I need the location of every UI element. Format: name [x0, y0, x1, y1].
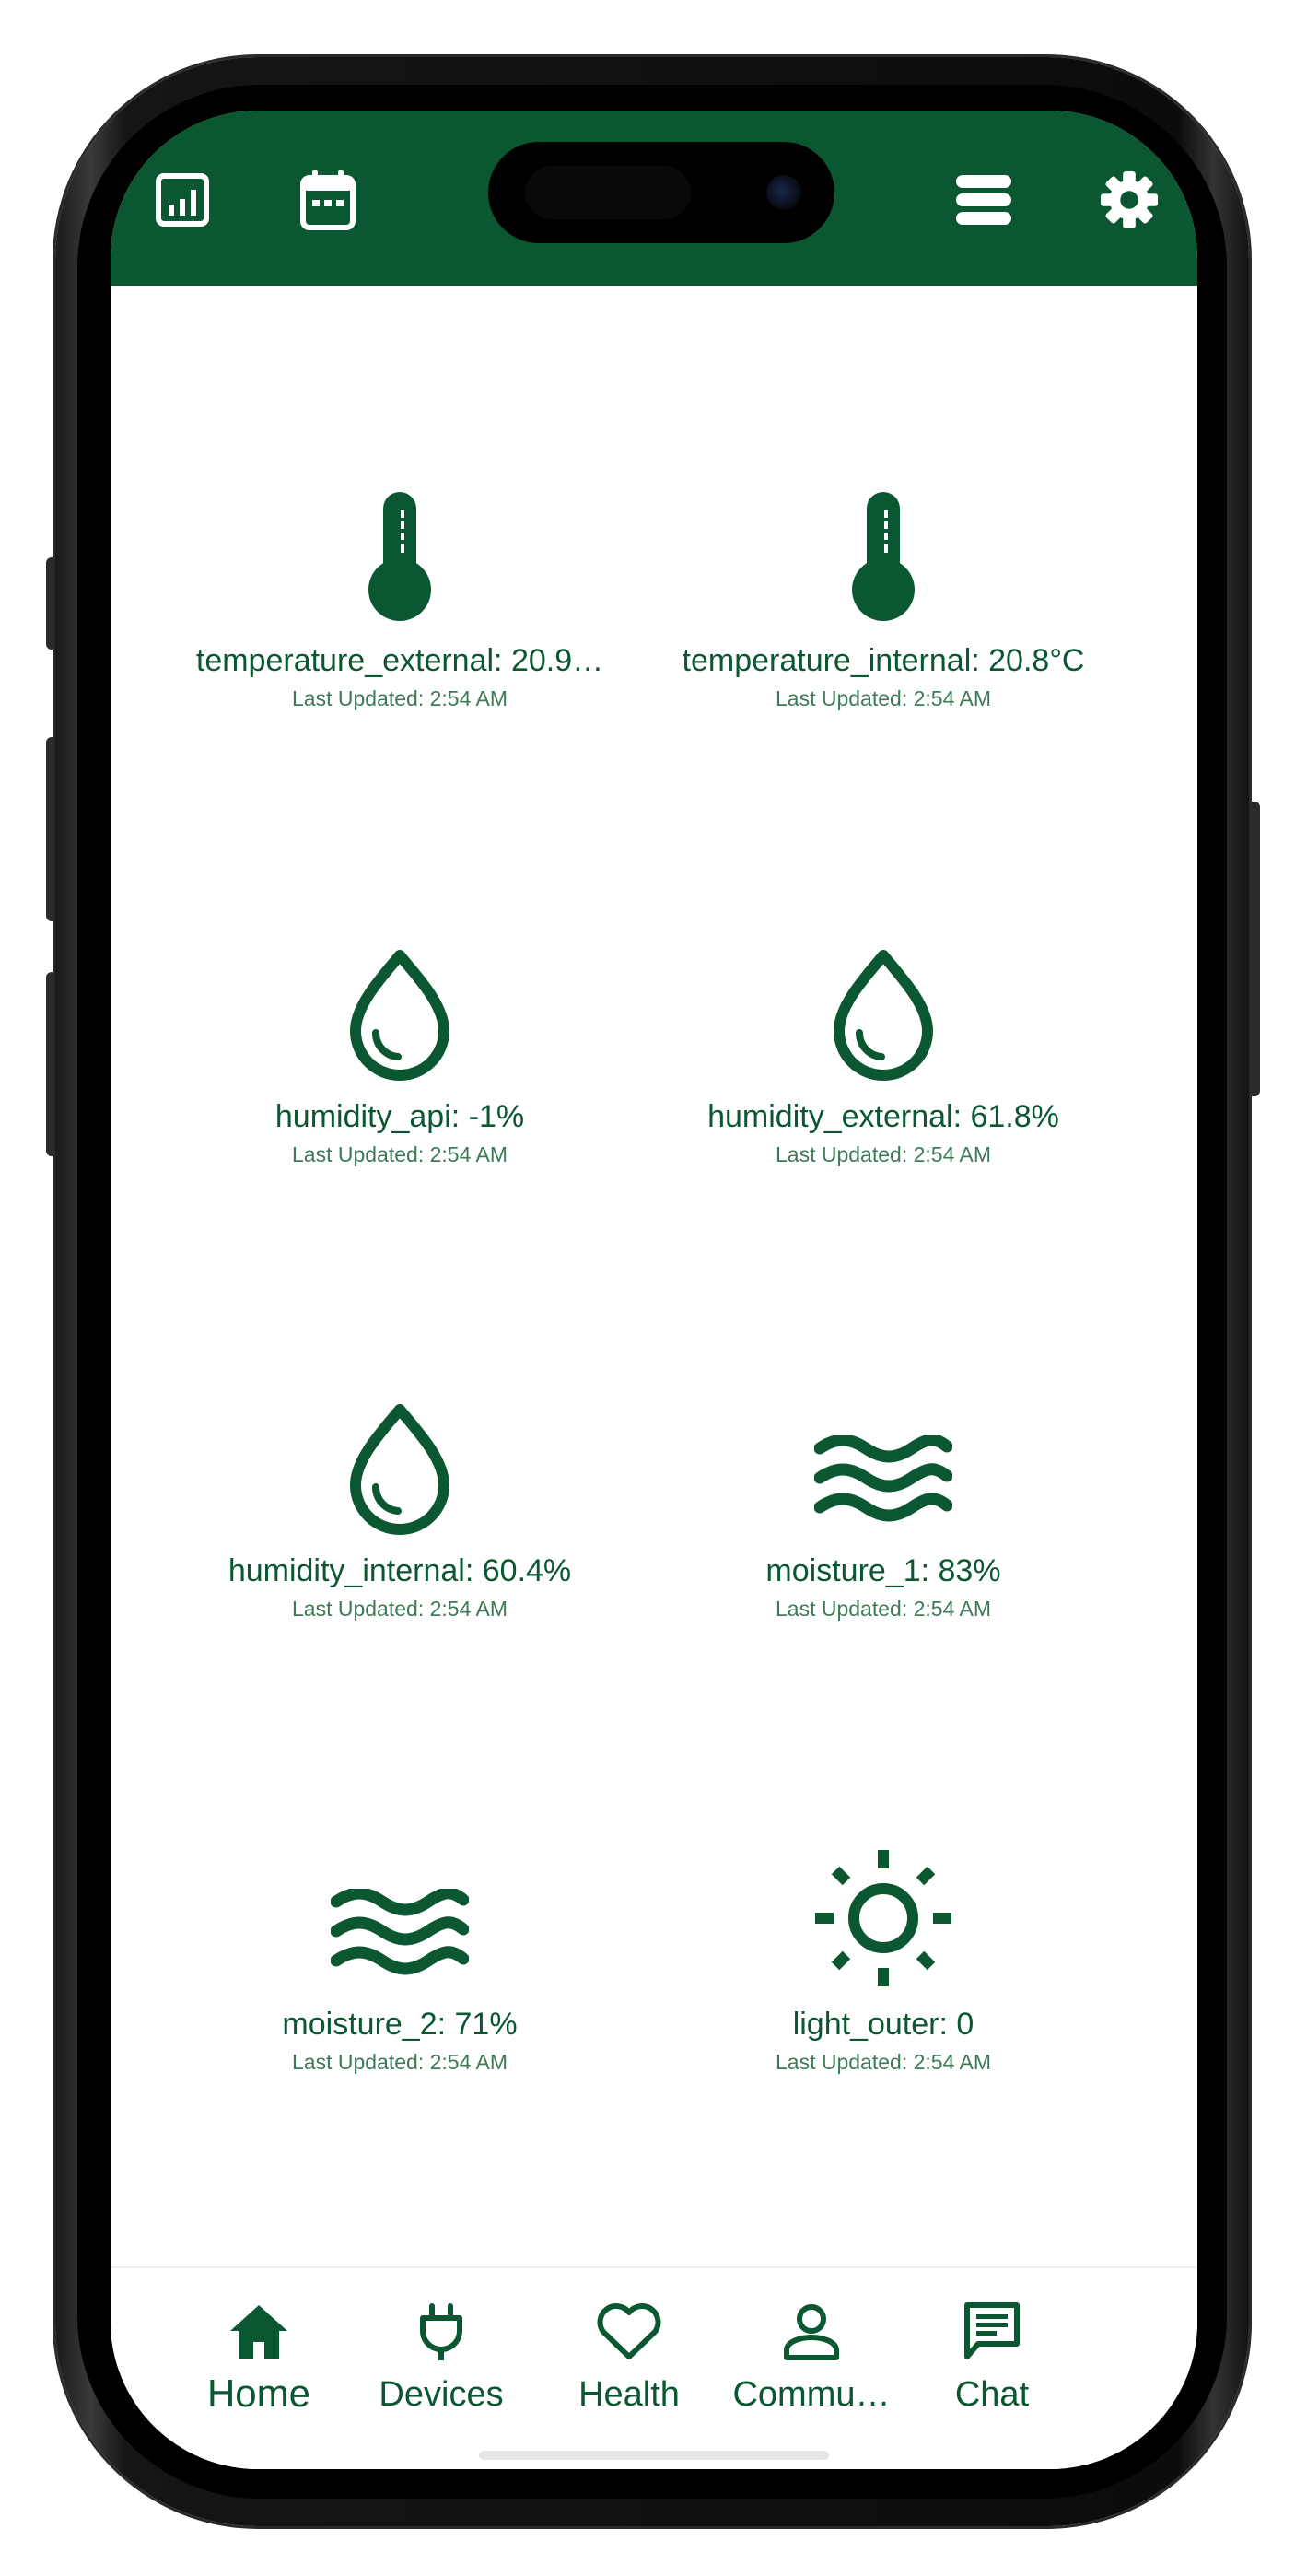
sensor-last-updated: Last Updated: 2:54 AM — [776, 2050, 991, 2074]
nav-label: Chat — [954, 2375, 1030, 2414]
sensor-value: humidity_external: 61.8% — [707, 1099, 1059, 1134]
sensor-card-temperature-internal[interactable]: temperature_internal: 20.8°C Last Update… — [639, 479, 1127, 711]
dynamic-island — [488, 142, 834, 243]
sun-icon — [811, 1843, 955, 1990]
home-indicator[interactable] — [479, 2451, 829, 2460]
sensor-housing — [525, 166, 691, 219]
stack-icon[interactable] — [954, 170, 1013, 229]
droplet-icon — [344, 1389, 455, 1537]
nav-item-home[interactable]: Home — [162, 2268, 356, 2416]
droplet-icon — [344, 935, 455, 1083]
nav-item-chat[interactable]: Chat — [895, 2268, 1089, 2415]
sensor-card-moisture-1[interactable]: moisture_1: 83% Last Updated: 2:54 AM — [639, 1389, 1127, 1622]
sensor-value: temperature_external: 20.9… — [195, 643, 604, 678]
sensor-value: humidity_internal: 60.4% — [228, 1553, 572, 1588]
plug-icon — [418, 2300, 464, 2364]
sensor-card-humidity-api[interactable]: humidity_api: -1% Last Updated: 2:54 AM — [156, 935, 644, 1167]
thermometer-icon — [846, 479, 920, 626]
sensor-value: moisture_1: 83% — [765, 1553, 1001, 1588]
page: temperature_external: 20.9… Last Updated… — [0, 0, 1307, 2576]
camera-lens-icon — [766, 175, 801, 210]
home-icon — [228, 2300, 289, 2364]
sensor-card-humidity-internal[interactable]: humidity_internal: 60.4% Last Updated: 2… — [156, 1389, 644, 1622]
app-screen: temperature_external: 20.9… Last Updated… — [111, 111, 1197, 2469]
person-icon — [783, 2300, 840, 2364]
nav-label: Commu… — [732, 2375, 891, 2414]
sensor-last-updated: Last Updated: 2:54 AM — [292, 1142, 508, 1166]
waves-icon — [814, 1389, 952, 1537]
gear-icon[interactable] — [1100, 170, 1159, 229]
chart-icon[interactable] — [153, 170, 212, 229]
sensor-card-light-outer[interactable]: light_outer: 0 Last Updated: 2:54 AM — [639, 1843, 1127, 2075]
waves-icon — [331, 1843, 469, 1990]
nav-label: Home — [206, 2371, 311, 2415]
sensor-value: humidity_api: -1% — [274, 1099, 525, 1134]
chat-icon — [962, 2300, 1022, 2364]
sensor-card-temperature-external[interactable]: temperature_external: 20.9… Last Updated… — [156, 479, 644, 711]
nav-label: Devices — [379, 2375, 504, 2414]
power-button — [1247, 802, 1260, 1096]
heart-icon — [596, 2300, 662, 2364]
nav-item-devices[interactable]: Devices — [344, 2268, 538, 2415]
nav-label: Health — [578, 2375, 680, 2414]
sensor-value: temperature_internal: 20.8°C — [682, 643, 1085, 678]
sensor-value: light_outer: 0 — [792, 2007, 974, 2042]
sensor-last-updated: Last Updated: 2:54 AM — [776, 686, 991, 710]
calendar-icon[interactable] — [298, 170, 357, 230]
droplet-icon — [828, 935, 939, 1083]
sensor-last-updated: Last Updated: 2:54 AM — [292, 2050, 508, 2074]
sensor-card-moisture-2[interactable]: moisture_2: 71% Last Updated: 2:54 AM — [156, 1843, 644, 2075]
bottom-navigation-bar: Home Devices Health Commu… Chat — [111, 2266, 1197, 2469]
sensor-value: moisture_2: 71% — [282, 2007, 518, 2042]
nav-item-health[interactable]: Health — [532, 2268, 726, 2415]
sensor-card-humidity-external[interactable]: humidity_external: 61.8% Last Updated: 2… — [639, 935, 1127, 1167]
nav-item-community[interactable]: Commu… — [715, 2268, 908, 2415]
sensor-last-updated: Last Updated: 2:54 AM — [292, 1597, 508, 1621]
sensor-last-updated: Last Updated: 2:54 AM — [776, 1142, 991, 1166]
sensor-last-updated: Last Updated: 2:54 AM — [776, 1597, 991, 1621]
sensor-last-updated: Last Updated: 2:54 AM — [292, 686, 508, 710]
thermometer-icon — [363, 479, 437, 626]
